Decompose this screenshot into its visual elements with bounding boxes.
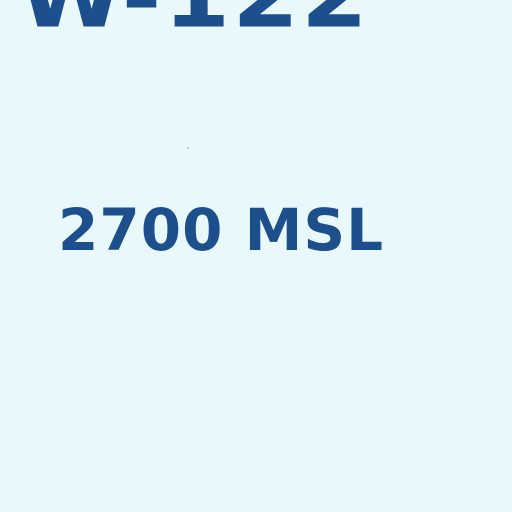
restricted-area-designator: W-122 xyxy=(18,0,370,40)
altitude-label: 2700 MSL xyxy=(58,196,385,264)
map-speck xyxy=(187,147,189,149)
map-canvas: W-122 2700 MSL xyxy=(0,0,512,512)
